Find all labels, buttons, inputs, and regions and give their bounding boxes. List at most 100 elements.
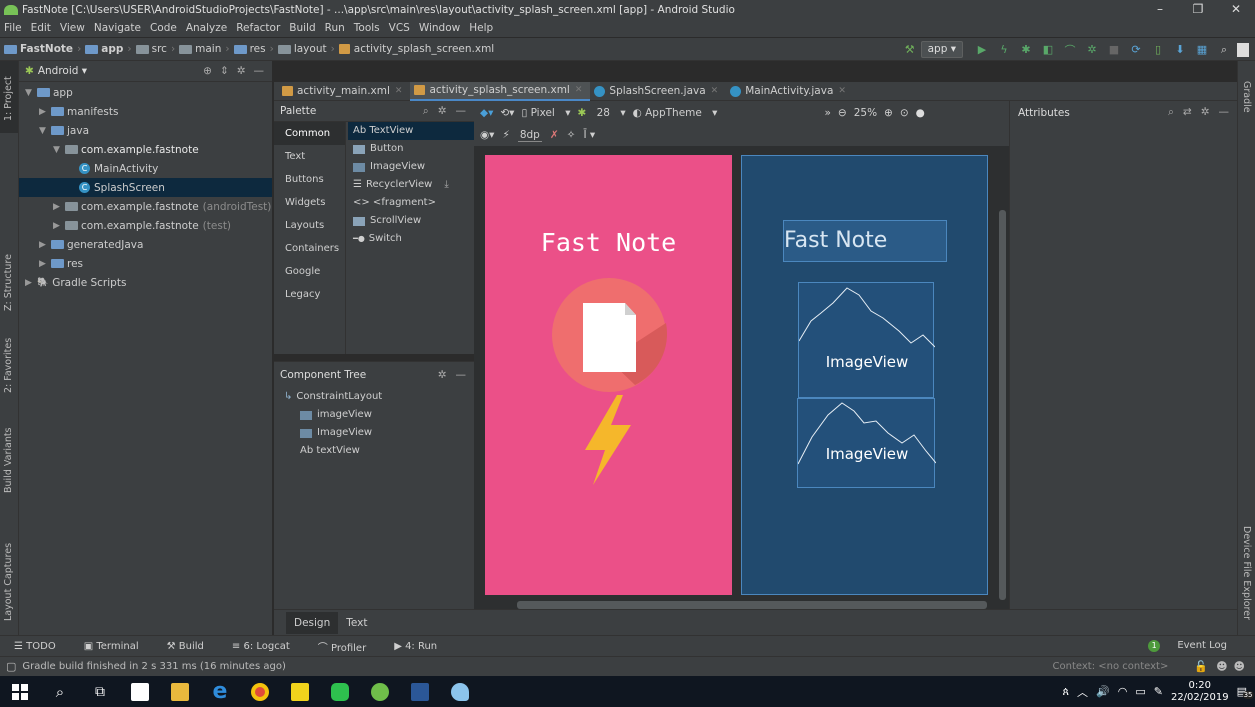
breadcrumb-main[interactable]: main ›	[179, 43, 230, 55]
menu-refactor[interactable]: Refactor	[236, 22, 280, 34]
run-config-select[interactable]: app ▾	[920, 41, 963, 58]
profile-icon[interactable]: ⌒	[1061, 41, 1079, 59]
menu-window[interactable]: Window	[419, 22, 460, 34]
volume-icon[interactable]: 🔊	[1096, 685, 1110, 698]
menu-edit[interactable]: Edit	[31, 22, 51, 34]
tab-device-file-explorer[interactable]: Device File Explorer	[1241, 526, 1252, 620]
api-select[interactable]: ✱ 28 ▾	[577, 107, 625, 119]
android-studio-icon[interactable]	[360, 676, 400, 707]
task-view-icon[interactable]: ⧉	[80, 676, 120, 707]
menu-tools[interactable]: Tools	[354, 22, 380, 34]
orientation-icon[interactable]: ⟲▾	[500, 107, 514, 119]
tree-item[interactable]: ▼ app	[19, 83, 272, 102]
guidelines-icon[interactable]: Ī ▾	[583, 129, 595, 141]
search-icon[interactable]: ⌕	[40, 676, 80, 707]
windows-start-icon[interactable]	[0, 676, 40, 707]
warnings-icon[interactable]: ●	[916, 107, 925, 119]
menu-run[interactable]: Run	[325, 22, 345, 34]
tab-favorites[interactable]: 2: Favorites	[3, 338, 14, 393]
tree-item[interactable]: ▶ com.example.fastnote (test)	[19, 216, 272, 235]
palette-category-buttons[interactable]: Buttons	[274, 168, 345, 191]
chevron-right-icon[interactable]: ▶	[39, 259, 51, 269]
chevron-right-icon[interactable]: ▶	[25, 278, 37, 288]
menu-view[interactable]: View	[60, 22, 85, 34]
menu-file[interactable]: File	[4, 22, 22, 34]
blueprint-textview[interactable]: Fast Note	[783, 220, 947, 262]
design-preview[interactable]: Fast Note	[485, 155, 732, 595]
palette-category-legacy[interactable]: Legacy	[274, 283, 345, 306]
scroll-from-source-icon[interactable]: ⊕	[203, 65, 212, 77]
status-window-icon[interactable]: ▢	[6, 660, 16, 673]
tree-item[interactable]: C SplashScreen	[19, 178, 272, 197]
close-button[interactable]: ✕	[1217, 0, 1255, 19]
store-icon[interactable]	[120, 676, 160, 707]
hide-panel-icon[interactable]: —	[254, 65, 265, 77]
action-center-icon[interactable]: ▤ 35	[1237, 685, 1254, 699]
theme-select[interactable]: ◐ AppTheme ▾	[633, 107, 718, 119]
search-icon[interactable]: ⌕	[423, 105, 429, 118]
tool-todo[interactable]: ☰ TODO	[14, 641, 70, 652]
coverage-icon[interactable]: ◧	[1039, 41, 1057, 59]
tree-imageview-2[interactable]: ImageView	[274, 424, 474, 442]
tool-profiler[interactable]: ⌒ Profiler	[318, 639, 380, 654]
chevron-down-icon[interactable]: ▼	[25, 88, 37, 98]
clock[interactable]: 0:20 22/02/2019	[1171, 680, 1229, 704]
pen-icon[interactable]: ✎	[1154, 685, 1163, 698]
default-margin[interactable]: 8dp	[517, 129, 542, 142]
tab-mainactivity-java[interactable]: MainActivity.java ✕	[726, 82, 854, 101]
tree-item[interactable]: C MainActivity	[19, 159, 272, 178]
debug-icon[interactable]: ✱	[1017, 41, 1035, 59]
menu-analyze[interactable]: Analyze	[186, 22, 227, 34]
menu-code[interactable]: Code	[150, 22, 177, 34]
chevron-right-icon[interactable]: ▶	[53, 202, 65, 212]
close-tab-icon[interactable]: ✕	[575, 85, 583, 95]
tab-build-variants[interactable]: Build Variants	[3, 427, 14, 493]
close-tab-icon[interactable]: ✕	[711, 86, 719, 96]
attach-debugger-icon[interactable]: ✲	[1083, 41, 1101, 59]
chevron-right-icon[interactable]: ▶	[39, 240, 51, 250]
breadcrumb-res[interactable]: res ›	[233, 43, 274, 55]
breadcrumb-layout[interactable]: layout ›	[277, 43, 335, 55]
device-select[interactable]: ▯ Pixel ▾	[521, 107, 570, 119]
search-icon[interactable]: ⌕	[1168, 106, 1174, 119]
menu-vcs[interactable]: VCS	[389, 22, 410, 34]
blueprint-imageview-1[interactable]: ImageView	[798, 282, 935, 398]
project-structure-icon[interactable]: ▦	[1193, 41, 1211, 59]
tab-gradle[interactable]: Gradle	[1241, 81, 1252, 113]
tab-activity-main-xml[interactable]: activity_main.xml ✕	[278, 82, 410, 101]
menu-build[interactable]: Build	[289, 22, 315, 34]
breadcrumb-app[interactable]: app ›	[85, 43, 132, 55]
tool-logcat[interactable]: ≡ 6: Logcat	[232, 641, 304, 652]
project-view-select[interactable]: Android ▾	[38, 65, 87, 77]
tray-expand-icon[interactable]: ︿	[1077, 684, 1088, 700]
line-icon[interactable]	[320, 676, 360, 707]
close-tab-icon[interactable]: ✕	[838, 86, 846, 96]
tab-splashscreen-java[interactable]: SplashScreen.java ✕	[590, 82, 726, 101]
tree-item[interactable]: ▶ 🐘 Gradle Scripts	[19, 273, 272, 292]
tree-item[interactable]: ▶ com.example.fastnote (androidTest)	[19, 197, 272, 216]
clear-constraints-icon[interactable]: ✗	[550, 129, 559, 141]
collapse-all-icon[interactable]: ⇕	[220, 65, 229, 77]
palette-category-google[interactable]: Google	[274, 260, 345, 283]
hide-panel-icon[interactable]: —	[1219, 106, 1230, 119]
zoom-in-icon[interactable]: ⊕	[884, 107, 893, 119]
tree-textview[interactable]: Ab textView	[274, 442, 474, 460]
tree-item[interactable]: ▶ generatedJava	[19, 235, 272, 254]
palette-category-containers[interactable]: Containers	[274, 237, 345, 260]
gear-icon[interactable]: ✲	[237, 65, 246, 77]
people-icon[interactable]: ጰ	[1062, 685, 1069, 699]
event-log[interactable]: 1 Event Log	[1148, 640, 1241, 652]
palette-category-widgets[interactable]: Widgets	[274, 191, 345, 214]
menu-navigate[interactable]: Navigate	[94, 22, 141, 34]
gear-icon[interactable]: ✲	[438, 369, 447, 381]
infer-constraints-icon[interactable]: ✧	[567, 129, 576, 141]
breadcrumb-src[interactable]: src ›	[135, 43, 175, 55]
tab-layout-captures[interactable]: Layout Captures	[3, 543, 14, 621]
tree-item[interactable]: ▶ res	[19, 254, 272, 273]
gear-icon[interactable]: ✲	[438, 105, 447, 118]
design-surface-icon[interactable]: ◆▾	[480, 107, 493, 119]
tab-text[interactable]: Text	[338, 612, 375, 634]
chrome-icon[interactable]	[240, 676, 280, 707]
zoom-fit-icon[interactable]: ⊙	[900, 107, 909, 119]
apply-changes-icon[interactable]: ϟ	[995, 41, 1013, 59]
